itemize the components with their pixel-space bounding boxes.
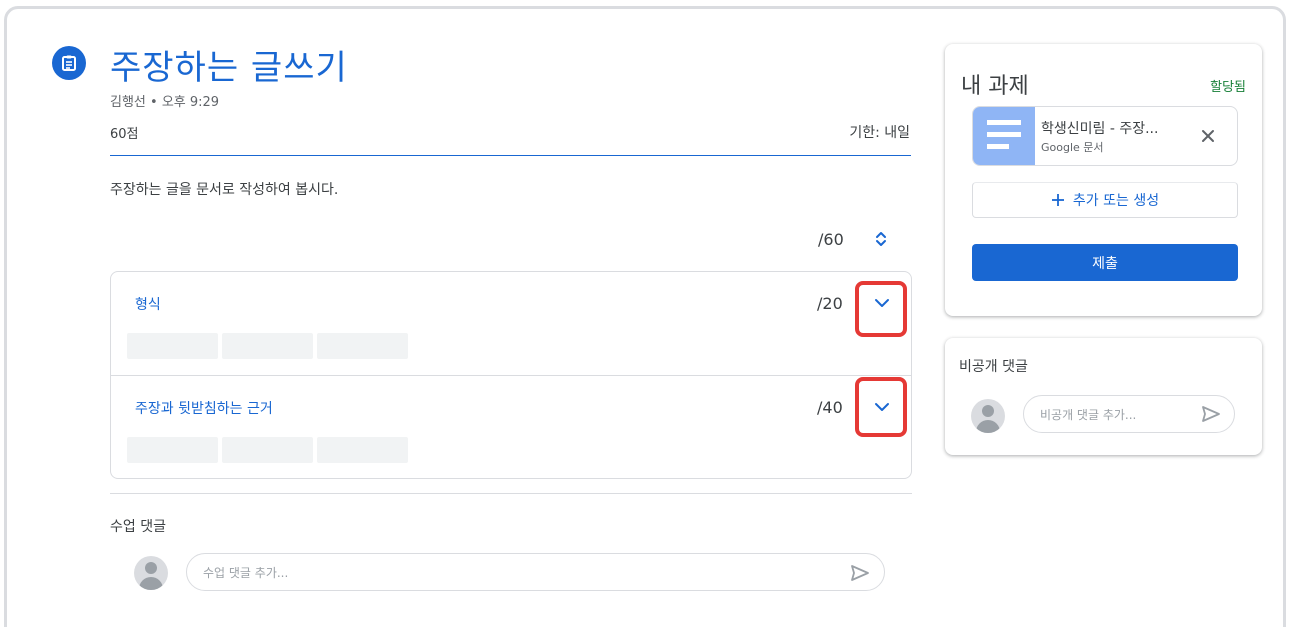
- plus-icon: [1051, 194, 1064, 206]
- rubric-criterion[interactable]: 형식 /20: [111, 272, 911, 375]
- criterion-score: /20: [817, 294, 843, 313]
- criterion-level[interactable]: [127, 437, 218, 463]
- criterion-level[interactable]: [317, 333, 408, 359]
- avatar: [971, 399, 1005, 433]
- attachment-title: 학생신미림 - 주장...: [1041, 121, 1159, 137]
- assignment-title: 주장하는 글쓰기: [110, 48, 348, 88]
- assignment-points: 60점: [110, 127, 139, 142]
- rubric-criterion[interactable]: 주장과 뒷받침하는 근거 /40: [111, 375, 911, 478]
- private-comments-heading: 비공개 댓글: [959, 359, 1028, 375]
- avatar: [134, 556, 168, 590]
- class-comment-placeholder: 수업 댓글 추가...: [203, 565, 289, 580]
- attachment-type: Google 문서: [1041, 141, 1104, 154]
- criterion-score: /40: [817, 398, 843, 417]
- criterion-level[interactable]: [222, 437, 313, 463]
- highlight-box: [855, 377, 907, 437]
- highlight-box: [855, 281, 907, 337]
- private-comments-card: 비공개 댓글 비공개 댓글 추가...: [945, 338, 1262, 455]
- criterion-name: 형식: [135, 297, 161, 313]
- assignment-byline: 김행선 • 오후 9:29: [110, 95, 220, 110]
- add-or-create-button[interactable]: 추가 또는 생성: [972, 182, 1238, 218]
- criterion-level[interactable]: [222, 333, 313, 359]
- close-icon[interactable]: [1197, 125, 1219, 147]
- criterion-level[interactable]: [317, 437, 408, 463]
- add-or-create-label: 추가 또는 생성: [1072, 193, 1160, 209]
- assignment-icon: [52, 46, 86, 80]
- section-divider: [110, 493, 912, 494]
- your-work-heading: 내 과제: [961, 74, 1029, 99]
- private-comment-placeholder: 비공개 댓글 추가...: [1040, 407, 1137, 422]
- docs-icon: [973, 107, 1035, 165]
- criterion-level[interactable]: [127, 333, 218, 359]
- expand-all-icon[interactable]: [871, 229, 891, 249]
- send-icon[interactable]: [1201, 404, 1221, 424]
- class-comments-label: 수업 댓글: [110, 519, 166, 535]
- rubric-total-score: /60: [818, 230, 844, 249]
- rubric: 형식 /20 주장과 뒷받침하는 근거 /40: [110, 271, 912, 479]
- criterion-levels: [127, 333, 408, 359]
- send-icon[interactable]: [850, 563, 870, 583]
- criterion-levels: [127, 437, 408, 463]
- assignment-due-date: 기한: 내일: [849, 125, 910, 141]
- title-divider: [110, 155, 911, 156]
- attachment-card[interactable]: 학생신미림 - 주장... Google 문서: [972, 106, 1238, 166]
- assignment-instructions: 주장하는 글을 문서로 작성하여 봅시다.: [110, 182, 339, 198]
- class-comment-input[interactable]: 수업 댓글 추가...: [186, 553, 885, 591]
- your-work-card: 내 과제 할당됨 학생신미림 - 주장... Google 문서 추가 또는 생…: [945, 44, 1262, 316]
- status-badge: 할당됨: [1210, 80, 1246, 95]
- submit-button[interactable]: 제출: [972, 244, 1238, 281]
- criterion-name: 주장과 뒷받침하는 근거: [135, 401, 273, 417]
